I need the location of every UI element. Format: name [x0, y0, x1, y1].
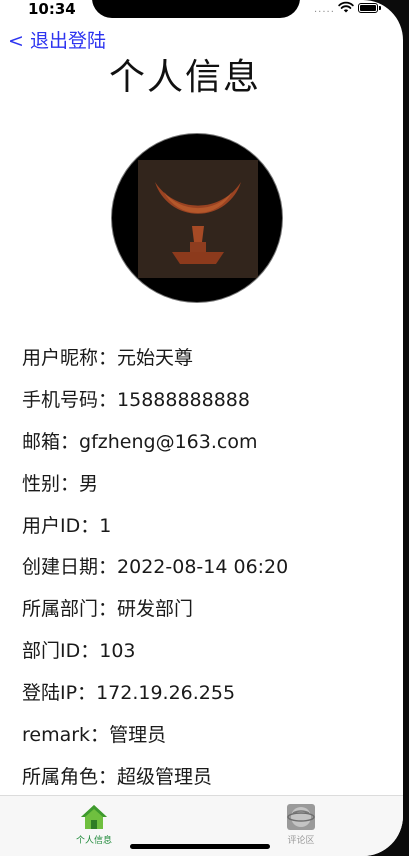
- remark-value: 管理员: [109, 724, 167, 747]
- status-bar: 10:34 .....: [0, 0, 403, 22]
- role-value: 超级管理员: [117, 765, 213, 788]
- department-id-value: 103: [99, 640, 136, 663]
- info-row-nickname: 用户昵称：元始天尊: [22, 341, 288, 383]
- department-label: 所属部门：: [22, 598, 118, 621]
- info-row-created-date: 创建日期：2022-08-14 06:20: [22, 550, 288, 592]
- gender-value: 男: [79, 472, 99, 495]
- info-row-department-id: 部门ID：103: [22, 634, 288, 676]
- phone-value: 15888888888: [117, 388, 250, 411]
- signal-icon: .....: [314, 4, 335, 15]
- device-notch: [92, 0, 300, 18]
- nickname-value: 元始天尊: [117, 347, 194, 369]
- info-row-user-id: 用户ID：1: [22, 509, 288, 551]
- email-value: gfzheng@163.com: [79, 430, 258, 453]
- phone-label: 手机号码：: [22, 388, 118, 411]
- quake-logo-icon: [138, 160, 258, 278]
- info-row-phone: 手机号码：15888888888: [22, 383, 288, 425]
- gender-label: 性别：: [22, 472, 80, 495]
- page-title: 个人信息: [108, 57, 261, 98]
- home-indicator: [130, 844, 270, 849]
- profile-info-list: 用户昵称：元始天尊 手机号码：15888888888 邮箱：gfzheng@16…: [22, 341, 288, 802]
- tab-profile-label: 个人信息: [75, 836, 112, 846]
- login-ip-value: 172.19.26.255: [96, 682, 236, 705]
- created-date-value: 2022-08-14 06:20: [117, 556, 289, 579]
- house-icon: [81, 805, 107, 829]
- tab-comments[interactable]: 评论区: [251, 796, 351, 846]
- login-ip-label: 登陆IP：: [22, 682, 97, 705]
- avatar: [111, 133, 283, 303]
- remark-label: remark：: [22, 724, 110, 747]
- info-row-gender: 性别：男: [22, 467, 288, 509]
- battery-tip: [379, 6, 381, 10]
- email-label: 邮箱：: [22, 430, 80, 453]
- department-value: 研发部门: [117, 598, 194, 621]
- status-time: 10:34: [28, 0, 76, 18]
- user-id-value: 1: [99, 514, 112, 537]
- user-id-label: 用户ID：: [22, 514, 100, 537]
- app-screen: 10:34 ..... < 退出登陆 个人信息 用户昵称：元始天尊 手机号码：1…: [0, 0, 403, 856]
- info-row-login-ip: 登陆IP：172.19.26.255: [22, 676, 288, 718]
- info-row-email: 邮箱：gfzheng@163.com: [22, 425, 288, 467]
- wifi-icon: [338, 1, 354, 13]
- battery-icon: [358, 3, 378, 13]
- info-row-department: 所属部门：研发部门: [22, 592, 288, 634]
- role-label: 所属角色：: [22, 765, 118, 788]
- nickname-label: 用户昵称：: [22, 347, 118, 369]
- department-id-label: 部门ID：: [22, 640, 100, 663]
- created-date-label: 创建日期：: [22, 556, 118, 579]
- info-row-remark: remark：管理员: [22, 718, 288, 760]
- tab-profile[interactable]: 个人信息: [44, 796, 144, 846]
- globe-icon: [287, 804, 315, 830]
